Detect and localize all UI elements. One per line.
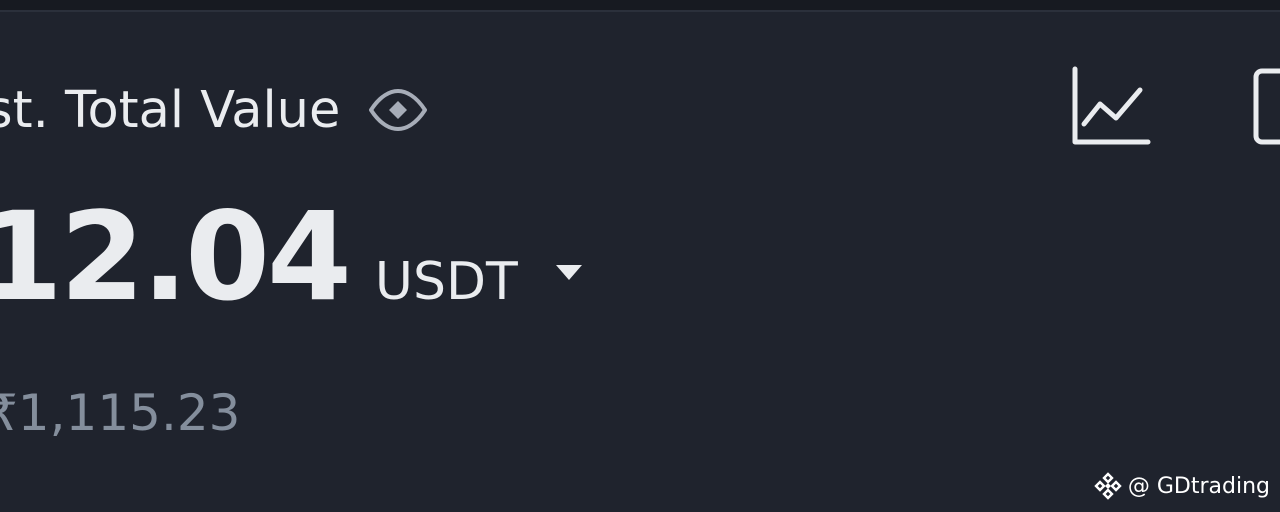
top-divider [0,0,1280,12]
currency-selector-label[interactable]: USDT [375,256,518,308]
caret-down-icon[interactable] [554,263,584,283]
watermark: @ GDtrading [1094,472,1270,500]
binance-logo-icon [1094,472,1122,500]
total-value-header: st. Total Value [0,72,428,148]
balance-row: 12.04 USDT [0,196,584,336]
watermark-text: @ GDtrading [1127,473,1270,499]
eye-icon[interactable] [368,88,428,132]
balance-amount: 12.04 [0,186,352,328]
line-chart-icon[interactable] [1070,66,1152,148]
total-value-label: st. Total Value [0,80,341,140]
document-icon[interactable] [1252,68,1280,146]
fiat-equivalent: ₹1,115.23 [0,384,241,442]
